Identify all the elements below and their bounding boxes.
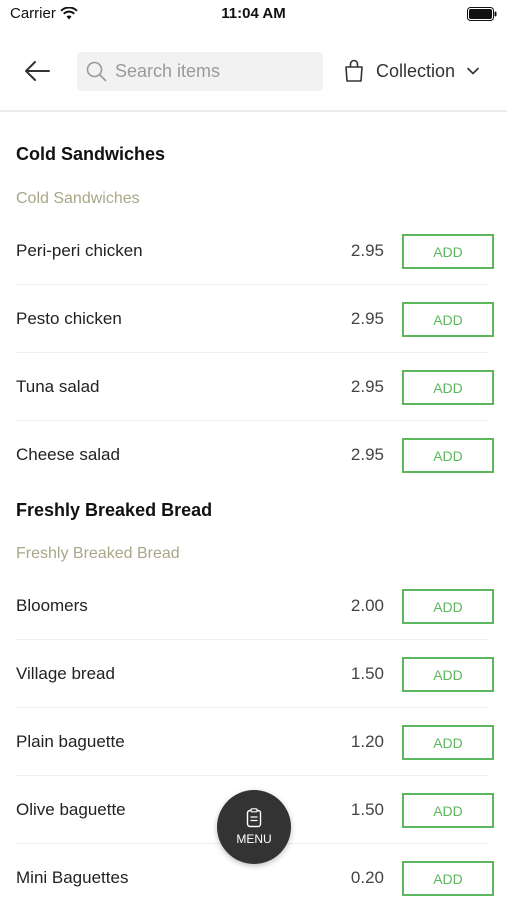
- add-button[interactable]: ADD: [402, 725, 494, 760]
- menu-button-label: MENU: [236, 832, 272, 846]
- header: Collection: [0, 30, 507, 112]
- item-name: Pesto chicken: [16, 309, 122, 328]
- item-name: Plain baguette: [16, 732, 125, 751]
- section-subtitle-cold-sandwiches: Cold Sandwiches: [16, 190, 140, 207]
- item-name: Peri-peri chicken: [16, 241, 143, 260]
- add-button[interactable]: ADD: [402, 234, 494, 269]
- add-button[interactable]: ADD: [402, 302, 494, 337]
- item-price: 1.50: [350, 800, 384, 819]
- back-button[interactable]: [20, 57, 54, 85]
- chevron-down-icon: [467, 67, 479, 75]
- item-price: 2.95: [350, 309, 384, 328]
- add-button[interactable]: ADD: [402, 861, 494, 896]
- item-name: Olive baguette: [16, 800, 126, 819]
- item-price: 0.20: [350, 868, 384, 887]
- status-time: 11:04 AM: [221, 5, 286, 22]
- item-price: 1.50: [350, 664, 384, 683]
- battery-icon: [467, 7, 497, 21]
- item-name: Mini Baguettes: [16, 868, 129, 887]
- menu-item-row: Tuna salad 2.95 ADD: [16, 353, 494, 421]
- section-subtitle-freshly-breaked-bread: Freshly Breaked Bread: [16, 545, 180, 562]
- menu-icon: [246, 808, 262, 828]
- item-name: Village bread: [16, 664, 115, 683]
- status-bar: Carrier 11:04 AM: [0, 0, 507, 30]
- menu-item-row: Pesto chicken 2.95 ADD: [16, 285, 494, 353]
- menu-item-row: Bloomers 2.00 ADD: [16, 572, 494, 640]
- section-title-cold-sandwiches: Cold Sandwiches: [16, 144, 166, 164]
- search-box[interactable]: [77, 52, 323, 91]
- item-name: Bloomers: [16, 596, 88, 615]
- menu-item-row: Cheese salad 2.95 ADD: [16, 421, 494, 489]
- item-name: Cheese salad: [16, 445, 120, 464]
- item-price: 1.20: [350, 732, 384, 751]
- menu-item-row: Plain baguette 1.20 ADD: [16, 708, 494, 776]
- add-button[interactable]: ADD: [402, 589, 494, 624]
- item-name: Tuna salad: [16, 377, 100, 396]
- add-button[interactable]: ADD: [402, 438, 494, 473]
- add-button[interactable]: ADD: [402, 370, 494, 405]
- add-button[interactable]: ADD: [402, 657, 494, 692]
- item-price: 2.95: [350, 241, 384, 260]
- shopping-bag-icon: [345, 59, 363, 82]
- menu-item-row: Peri-peri chicken 2.95 ADD: [16, 217, 494, 285]
- section-title-freshly-breaked-bread: Freshly Breaked Bread: [16, 500, 213, 520]
- add-button[interactable]: ADD: [402, 793, 494, 828]
- item-price: 2.00: [350, 596, 384, 615]
- item-price: 2.95: [350, 377, 384, 396]
- back-arrow-icon: [25, 61, 50, 81]
- menu-item-row: Village bread 1.50 ADD: [16, 640, 494, 708]
- collection-selector[interactable]: Collection: [344, 56, 479, 86]
- menu-button[interactable]: MENU: [217, 790, 291, 864]
- collection-label: Collection: [376, 60, 456, 81]
- search-icon: [86, 61, 107, 82]
- item-price: 2.95: [350, 445, 384, 464]
- search-input[interactable]: [115, 61, 315, 82]
